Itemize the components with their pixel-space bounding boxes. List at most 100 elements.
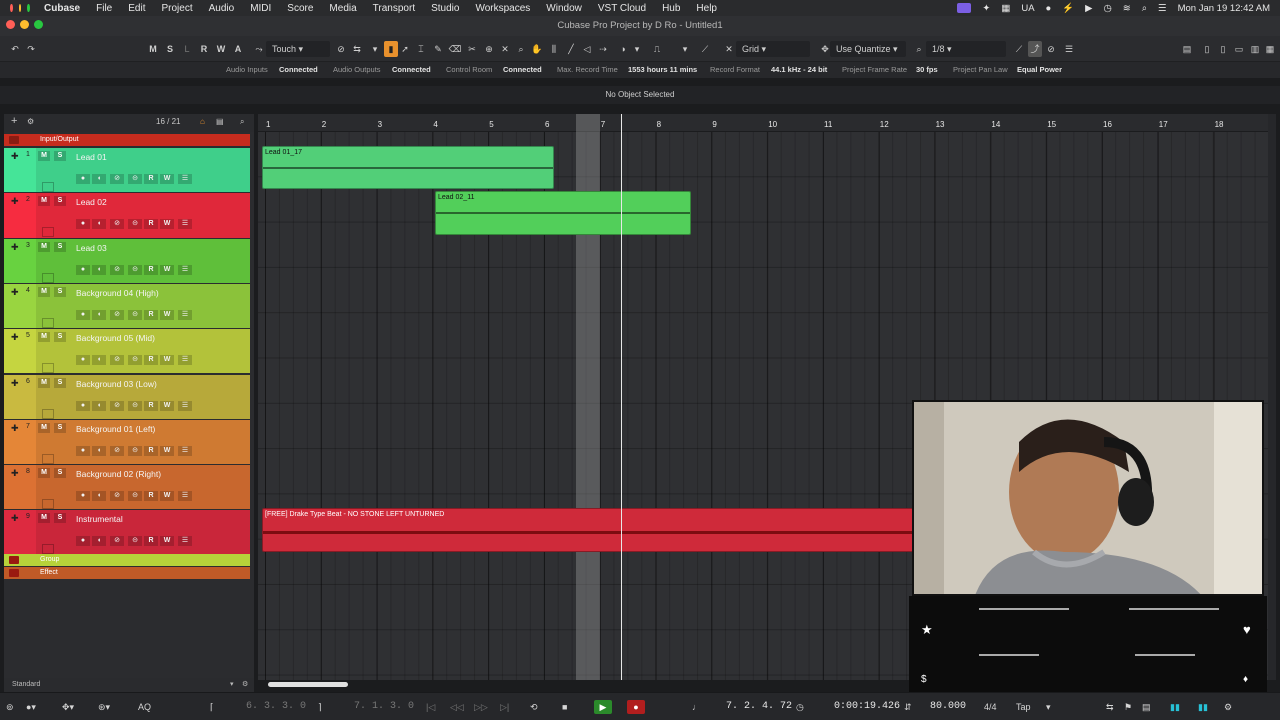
split-tool-icon[interactable]: ✂ bbox=[465, 41, 479, 57]
track-read-button[interactable]: R bbox=[144, 309, 158, 320]
lock-icon[interactable]: ⊘ bbox=[110, 536, 124, 547]
track-record-icon[interactable]: ✚ bbox=[11, 151, 19, 162]
track-read-button[interactable]: R bbox=[144, 264, 158, 275]
track-expand-box[interactable] bbox=[42, 272, 54, 283]
menu-file[interactable]: File bbox=[88, 3, 120, 14]
lock-icon[interactable]: ⊘ bbox=[110, 400, 124, 411]
track-settings-icon[interactable]: ☰ bbox=[178, 174, 192, 184]
range-tool-icon[interactable]: ⌶ bbox=[414, 41, 428, 57]
nudge-menu-icon[interactable]: ▾ bbox=[678, 41, 692, 57]
search-icon[interactable]: ⌕ bbox=[1142, 3, 1147, 14]
track-record-icon[interactable]: ✚ bbox=[11, 468, 19, 479]
performance-icon[interactable]: ▤ bbox=[1142, 700, 1151, 714]
control-center-icon[interactable]: ☰ bbox=[1158, 3, 1167, 14]
track-write-button[interactable]: W bbox=[160, 400, 174, 411]
menu-help[interactable]: Help bbox=[688, 3, 725, 14]
autoscroll-icon[interactable]: ⇆ bbox=[350, 41, 364, 57]
track-read-button[interactable]: R bbox=[144, 491, 158, 502]
record-status-icon[interactable]: ● bbox=[1046, 3, 1052, 14]
lock-icon[interactable]: ⊘ bbox=[110, 355, 124, 366]
right-zone-icon[interactable]: ▯ bbox=[1216, 41, 1230, 57]
forward-icon[interactable]: ▷▷ bbox=[474, 700, 488, 714]
play-icon[interactable]: ▶ bbox=[594, 700, 612, 714]
close-project-button[interactable] bbox=[6, 20, 15, 29]
audio-event-lead-02[interactable]: Lead 02_11 bbox=[435, 191, 691, 235]
tempo-track-icon[interactable]: ⇵ bbox=[904, 700, 912, 714]
track-expand-box[interactable] bbox=[42, 499, 54, 510]
read-all-button[interactable]: R bbox=[197, 41, 211, 57]
track-settings-icon[interactable]: ☰ bbox=[178, 219, 192, 230]
hand-tool-icon[interactable]: ✋ bbox=[530, 41, 544, 57]
left-locator-icon[interactable]: ⌈ bbox=[210, 700, 214, 714]
audio-inputs-status[interactable]: Connected bbox=[279, 62, 318, 78]
track-9[interactable]: ✚ 9 M S Instrumental ● ◖ ⊘ ⊝ R W ☰ bbox=[4, 510, 250, 555]
edit-instrument-icon[interactable]: ⊝ bbox=[128, 264, 142, 275]
tap-menu-icon[interactable]: ▾ bbox=[1046, 700, 1051, 714]
rewind-icon[interactable]: ◁◁ bbox=[450, 700, 464, 714]
track-name[interactable]: Background 03 (Low) bbox=[76, 379, 157, 389]
track-read-button[interactable]: R bbox=[144, 400, 158, 411]
folder-group[interactable]: Group bbox=[4, 554, 250, 566]
track-visibility-icon[interactable]: ▤ bbox=[216, 117, 224, 126]
zoom-tool-icon[interactable]: ⌕ bbox=[514, 41, 528, 57]
secondary-time-display[interactable]: 0:00:19.426 bbox=[834, 700, 900, 714]
track-color-strip[interactable] bbox=[4, 238, 36, 283]
track-read-button[interactable]: R bbox=[144, 355, 158, 366]
lock-icon[interactable]: ⊘ bbox=[110, 264, 124, 275]
monitor-icon[interactable]: ◖ bbox=[92, 536, 106, 547]
record-enable-icon[interactable]: ● bbox=[76, 355, 90, 366]
track-color-strip[interactable] bbox=[4, 419, 36, 465]
lock-icon[interactable]: ⊘ bbox=[110, 219, 124, 230]
track-solo-button[interactable]: S bbox=[54, 377, 66, 388]
lock-icon[interactable]: ⊘ bbox=[110, 445, 124, 456]
track-expand-box[interactable] bbox=[42, 453, 54, 464]
menu-score[interactable]: Score bbox=[279, 3, 321, 14]
track-write-button[interactable]: W bbox=[160, 536, 174, 547]
track-record-icon[interactable]: ✚ bbox=[11, 513, 19, 524]
control-room-status[interactable]: Connected bbox=[503, 62, 542, 78]
sparkle-icon[interactable]: ✦ bbox=[982, 3, 990, 14]
track-solo-button[interactable]: S bbox=[54, 196, 66, 207]
track-write-button[interactable]: W bbox=[160, 491, 174, 502]
track-expand-box[interactable] bbox=[42, 408, 54, 419]
edit-instrument-icon[interactable]: ⊝ bbox=[128, 536, 142, 547]
record-format-value[interactable]: 44.1 kHz - 24 bit bbox=[771, 62, 827, 78]
battery-icon[interactable]: ⚡ bbox=[1062, 3, 1074, 14]
track-expand-box[interactable] bbox=[42, 182, 54, 192]
track-mute-button[interactable]: M bbox=[38, 377, 50, 388]
automation-mode-select[interactable]: Touch ▾ bbox=[266, 41, 330, 57]
track-record-icon[interactable]: ✚ bbox=[11, 196, 19, 207]
activity-icon[interactable]: ⊚ bbox=[6, 700, 14, 714]
menu-app[interactable]: Cubase bbox=[36, 3, 88, 14]
layout-settings-icon[interactable]: ⚙ bbox=[242, 678, 248, 692]
track-settings-icon[interactable]: ☰ bbox=[178, 491, 192, 502]
track-7[interactable]: ✚ 7 M S Background 01 (Left) ● ◖ ⊘ ⊝ R W ☰ bbox=[4, 419, 250, 465]
monitor-icon[interactable]: ◖ bbox=[92, 309, 106, 320]
frame-rate-value[interactable]: 30 fps bbox=[916, 62, 938, 78]
track-mute-button[interactable]: M bbox=[38, 468, 50, 479]
menu-project[interactable]: Project bbox=[153, 3, 200, 14]
track-write-button[interactable]: W bbox=[160, 219, 174, 230]
monitor-icon[interactable]: ◖ bbox=[92, 174, 106, 184]
lock-icon[interactable]: ⊘ bbox=[110, 491, 124, 502]
wifi-icon[interactable]: ≋ bbox=[1123, 3, 1131, 14]
track-record-icon[interactable]: ✚ bbox=[11, 287, 19, 298]
track-expand-box[interactable] bbox=[42, 544, 54, 555]
track-expand-box[interactable] bbox=[42, 363, 54, 374]
undo-icon[interactable]: ↶ bbox=[8, 41, 22, 57]
listen-button[interactable]: L bbox=[180, 41, 194, 57]
track-settings-icon[interactable]: ☰ bbox=[178, 445, 192, 456]
track-write-button[interactable]: W bbox=[160, 309, 174, 320]
track-read-button[interactable]: R bbox=[144, 219, 158, 230]
track-color-strip[interactable] bbox=[4, 329, 36, 374]
track-name[interactable]: Background 02 (Right) bbox=[76, 469, 161, 479]
track-write-button[interactable]: W bbox=[160, 355, 174, 366]
track-solo-button[interactable]: S bbox=[54, 286, 66, 297]
edit-instrument-icon[interactable]: ⊝ bbox=[128, 400, 142, 411]
track-name[interactable]: Lead 03 bbox=[76, 243, 107, 253]
punch-icon[interactable]: ⊛▾ bbox=[98, 700, 110, 714]
go-to-end-icon[interactable]: ▷| bbox=[500, 700, 509, 714]
eraser-tool-icon[interactable]: ⌫ bbox=[448, 41, 462, 57]
folder-effect[interactable]: Effect bbox=[4, 567, 250, 579]
play-status-icon[interactable]: ▶ bbox=[1085, 3, 1092, 14]
